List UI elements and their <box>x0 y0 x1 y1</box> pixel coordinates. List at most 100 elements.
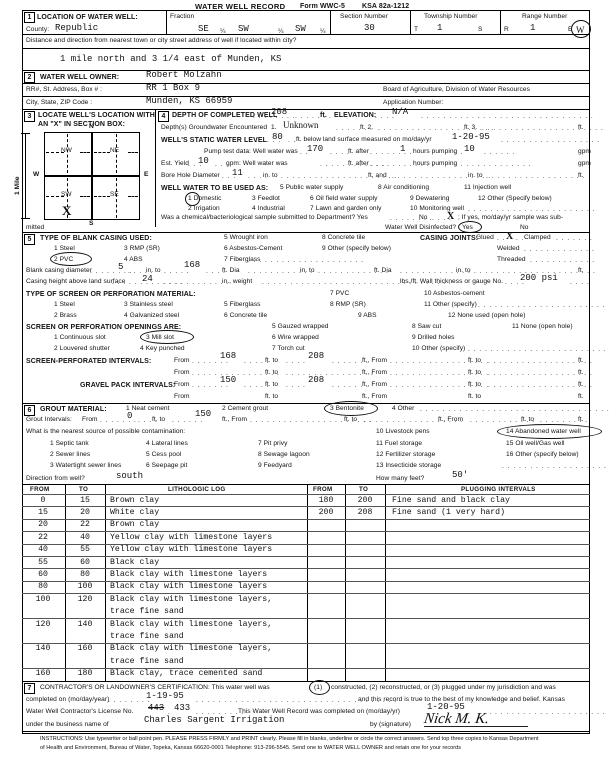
est-yield-value[interactable]: 10 <box>198 157 209 166</box>
screen-mat-4[interactable]: 4 Galvanized steel <box>124 312 179 320</box>
table-row[interactable]: 22 <box>65 520 105 531</box>
table-row[interactable]: 0 <box>22 496 64 507</box>
gravel-from-1-value[interactable]: 150 <box>220 376 236 385</box>
pump-gpm-value[interactable]: 10 <box>464 145 475 154</box>
table-row[interactable]: 22 <box>22 533 64 544</box>
table-row[interactable]: Black clay with limestone layers, <box>110 644 272 655</box>
use-option-7[interactable]: 7 Lawn and garden only <box>310 205 382 213</box>
use-option-3[interactable]: 3 Feedlot <box>252 195 280 203</box>
gauge-value[interactable]: 200 psi <box>520 274 558 283</box>
opening-8[interactable]: 8 Saw cut <box>412 323 441 331</box>
grout-from-1-value[interactable]: 0 <box>127 412 132 421</box>
grout-option-1[interactable]: 1 Neat cement <box>126 405 170 413</box>
groundwater-1-value[interactable]: Unknown <box>283 121 319 130</box>
table-row[interactable]: 80 <box>22 582 64 593</box>
pump-test-level[interactable]: 170 <box>307 145 323 154</box>
contam-12[interactable]: 12 Fertilizer storage <box>376 451 435 459</box>
table-row[interactable]: trace fine sand <box>110 607 184 618</box>
casing-option-9[interactable]: 9 Other (specify below) <box>322 245 391 253</box>
sample-no-x[interactable]: X <box>447 211 454 222</box>
table-row[interactable]: trace fine sand <box>110 632 184 643</box>
contam-10[interactable]: 10 Livestock pens <box>376 428 430 436</box>
table-row[interactable]: 200 <box>307 508 345 519</box>
use-option-8[interactable]: 8 Air conditioning <box>378 184 429 192</box>
table-row[interactable]: 15 <box>65 496 105 507</box>
grout-to-1-value[interactable]: 150 <box>195 410 211 419</box>
contam-5[interactable]: 5 Cess pool <box>146 451 181 459</box>
contam-9[interactable]: 9 Feedyard <box>258 462 292 470</box>
grout-option-3[interactable]: 3 Bentonite <box>330 405 364 413</box>
casing-option-8[interactable]: 8 Concrete tile <box>322 234 365 242</box>
contam-14[interactable]: 14 Abandoned water well <box>506 428 581 436</box>
section-number-value[interactable]: 30 <box>364 24 375 33</box>
grout-option-2[interactable]: 2 Cement grout <box>222 405 268 413</box>
table-row[interactable]: 20 <box>22 520 64 531</box>
use-option-12[interactable]: 12 Other (Specify below) <box>478 195 552 203</box>
township-value[interactable]: 1 <box>437 24 442 33</box>
table-row[interactable]: Fine sand and black clay <box>392 496 510 507</box>
use-option-4[interactable]: 4 Industrial <box>252 205 285 213</box>
direction-from-well-value[interactable]: south <box>116 472 143 481</box>
screen-mat-3[interactable]: 3 Stainless steel <box>124 301 173 309</box>
elevation-value[interactable]: N/A <box>392 108 408 117</box>
screen-mat-8[interactable]: 8 RMP (SR) <box>330 301 366 309</box>
contam-3[interactable]: 3 Watertight sewer lines <box>50 462 121 470</box>
casing-option-5[interactable]: 5 Wrought iron <box>224 234 268 242</box>
contam-8[interactable]: 8 Sewage lagoon <box>258 451 310 459</box>
sample-no-label[interactable]: No <box>419 214 428 222</box>
table-row[interactable]: 40 <box>22 545 64 556</box>
depth-completed-value[interactable]: 208 <box>271 108 287 117</box>
fraction-1[interactable]: SE <box>198 25 209 34</box>
screen-mat-12[interactable]: 12 None used (open hole) <box>448 312 525 320</box>
table-row[interactable]: 20 <box>65 508 105 519</box>
contam-6[interactable]: 6 Seepage pit <box>146 462 187 470</box>
use-option-6[interactable]: 6 Oil field water supply <box>310 195 378 203</box>
disinfected-no[interactable]: No <box>520 224 529 232</box>
contam-4[interactable]: 4 Lateral lines <box>146 440 188 448</box>
blank-casing-diameter-value[interactable]: 5 <box>118 263 123 272</box>
how-many-feet-value[interactable]: 50' <box>452 471 468 480</box>
table-row[interactable]: Black clay with limestone layers <box>110 582 267 593</box>
screen-mat-7[interactable]: 7 PVC <box>330 290 349 298</box>
opening-11[interactable]: 11 None (open hole) <box>512 323 573 331</box>
owner-value[interactable]: Robert Molzahn <box>146 71 222 80</box>
contam-1[interactable]: 1 Septic tank <box>50 440 89 448</box>
completed-on-value[interactable]: 1-19-95 <box>146 692 184 701</box>
grout-option-4[interactable]: 4 Other <box>392 405 414 413</box>
joints-glued-x[interactable]: X <box>506 231 513 242</box>
contam-13[interactable]: 13 Insecticide storage <box>376 462 441 470</box>
table-row[interactable]: 208 <box>345 508 385 519</box>
bore-hole-value[interactable]: 11 <box>232 169 243 178</box>
static-water-date[interactable]: 1-20-95 <box>452 133 490 142</box>
screen-mat-11[interactable]: 11 Other (specify) <box>424 301 477 309</box>
screen-mat-5[interactable]: 5 Fiberglass <box>224 301 261 309</box>
opening-6[interactable]: 6 Wire wrapped <box>272 334 319 342</box>
contam-15[interactable]: 15 Oil well/Gas well <box>506 440 565 448</box>
table-row[interactable]: Yellow clay with limestone layers <box>110 545 272 556</box>
table-row[interactable]: Black clay <box>110 558 159 569</box>
contam-7[interactable]: 7 Pit privy <box>258 440 288 448</box>
disinfected-yes[interactable]: Yes <box>462 224 473 232</box>
county-value[interactable]: Republic <box>55 24 98 33</box>
table-row[interactable]: 200 <box>345 496 385 507</box>
gravel-to-1-value[interactable]: 208 <box>308 376 324 385</box>
range-west[interactable]: W <box>576 26 585 35</box>
joints-threaded-label[interactable]: Threaded <box>497 256 526 264</box>
table-row[interactable]: 180 <box>307 496 345 507</box>
perf-to-1-value[interactable]: 208 <box>308 352 324 361</box>
joints-glued-label[interactable]: Glued <box>476 234 494 242</box>
screen-mat-9[interactable]: 9 ABS <box>358 312 377 320</box>
table-row[interactable]: 60 <box>22 570 64 581</box>
table-row[interactable]: 140 <box>65 620 105 631</box>
use-option-9[interactable]: 9 Dewatering <box>410 195 449 203</box>
perf-from-1-value[interactable]: 168 <box>220 352 236 361</box>
table-row[interactable]: Black clay with limestone layers, <box>110 620 272 631</box>
table-row[interactable]: Brown clay <box>110 520 159 531</box>
table-row[interactable]: 60 <box>65 558 105 569</box>
range-value[interactable]: 1 <box>530 24 535 33</box>
casing-option-3[interactable]: 3 RMP (SR) <box>124 245 160 253</box>
location-x-mark[interactable]: X <box>62 203 71 219</box>
table-row[interactable]: Yellow clay with limestone layers <box>110 533 272 544</box>
opening-2[interactable]: 2 Louvered shutter <box>54 345 110 353</box>
distance-value[interactable]: 1 mile north and 3 1/4 east of Munden, K… <box>60 55 281 64</box>
